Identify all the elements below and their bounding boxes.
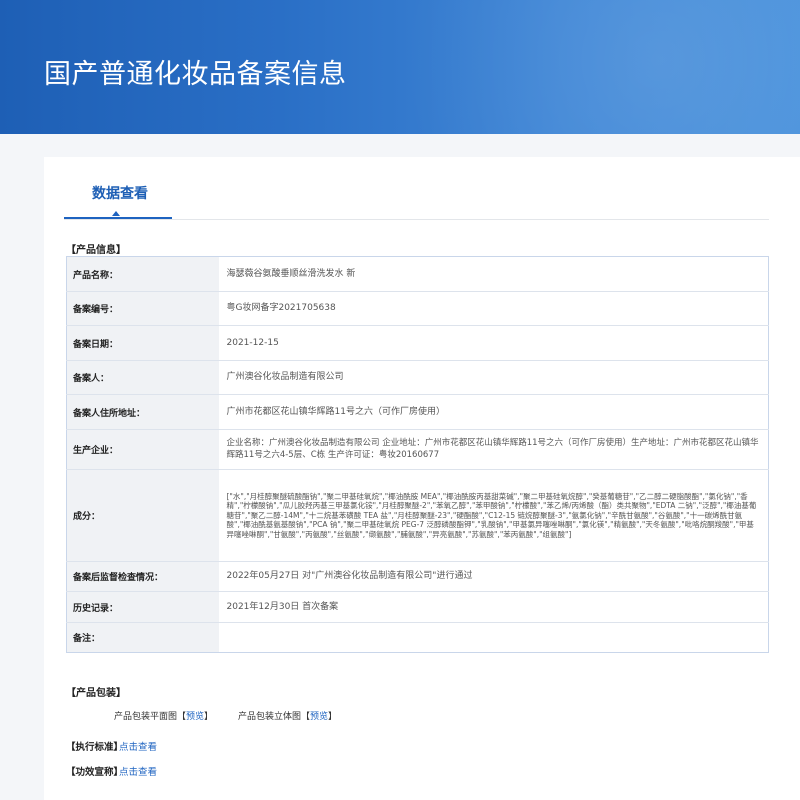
table-row: 产品名称： 海瑟薇谷氨酸垂顺丝滑洗发水 新 [66,256,769,292]
standards-heading: 【执行标准】 [66,742,124,753]
row-label: 备案人： [66,360,219,395]
packaging-item-label: 产品包装立体图 [238,712,302,722]
row-label: 备注： [66,622,219,653]
table-row: 备注： [66,622,769,653]
row-label: 备案编号： [66,291,219,326]
standards-view-link[interactable]: 点击查看 [119,739,157,753]
bracket-open: 【 [177,712,187,722]
efficacy-heading: 【功效宣称】 [66,767,124,778]
tab-bar: 数据查看 [64,157,769,220]
header-banner: 国产普通化妆品备案信息 [0,0,800,134]
row-value: 广州澳谷化妆品制造有限公司 [218,360,769,395]
row-value: 2021-12-15 [218,325,769,361]
tab-data-view[interactable]: 数据查看 [64,157,172,219]
table-row: 备案人住所地址： 广州市花都区花山镇华辉路11号之六（可作厂房使用） [66,394,769,430]
row-label: 产品名称： [66,256,219,292]
row-label: 成分： [66,469,219,562]
row-label: 备案后监督检查情况： [66,561,219,592]
bracket-open: 【 [301,712,311,722]
row-label: 历史记录： [66,591,219,623]
row-value: 粤G妆网备字2021705638 [218,291,769,326]
row-value [218,622,769,653]
table-row: 生产企业： 企业名称：广州澳谷化妆品制造有限公司 企业地址：广州市花都区花山镇华… [66,429,769,470]
row-value: ["水","月桂醇聚醚硫酸酯钠","聚二甲基硅氧烷","椰油酰胺 MEA","椰… [218,469,769,562]
packaging-item-flat: 产品包装平面图【预览】 [114,709,213,722]
tab-active-caret-icon [112,211,120,216]
bracket-close: 】 [328,712,338,722]
row-label: 备案人住所地址： [66,394,219,430]
packaging-item-3d: 产品包装立体图【预览】 [238,709,337,722]
preview-3d-link[interactable]: 预览 [310,712,328,722]
preview-flat-link[interactable]: 预览 [186,712,204,722]
row-label: 生产企业： [66,429,219,470]
content-card: 数据查看 【产品信息】 产品名称： 海瑟薇谷氨酸垂顺丝滑洗发水 新 备案编号： … [44,157,800,800]
row-value: 海瑟薇谷氨酸垂顺丝滑洗发水 新 [226,268,356,279]
row-value: 广州市花都区花山镇华辉路11号之六（可作厂房使用） [218,394,769,430]
row-value: 企业名称：广州澳谷化妆品制造有限公司 企业地址：广州市花都区花山镇华辉路11号之… [218,429,769,470]
packaging-item-label: 产品包装平面图 [114,712,178,722]
table-row: 历史记录： 2021年12月30日 首次备案 [66,591,769,623]
table-row: 备案日期： 2021-12-15 [66,325,769,361]
row-value: 2021年12月30日 首次备案 [218,591,769,623]
efficacy-view-link[interactable]: 点击查看 [119,764,157,778]
row-value: 2022年05月27日 对"广州澳谷化妆品制造有限公司"进行通过 [218,561,769,592]
table-row: 成分： ["水","月桂醇聚醚硫酸酯钠","聚二甲基硅氧烷","椰油酰胺 MEA… [66,469,769,562]
bracket-close: 】 [204,712,214,722]
tab-label: 数据查看 [92,186,148,202]
product-info-heading: 【产品信息】 [66,245,126,256]
row-label: 备案日期： [66,325,219,361]
table-row: 备案编号： 粤G妆网备字2021705638 [66,291,769,326]
page-title: 国产普通化妆品备案信息 [44,59,347,90]
packaging-heading: 【产品包装】 [66,688,126,699]
table-row: 备案后监督检查情况： 2022年05月27日 对"广州澳谷化妆品制造有限公司"进… [66,561,769,592]
table-row: 备案人： 广州澳谷化妆品制造有限公司 [66,360,769,395]
product-info-table: 产品名称： 海瑟薇谷氨酸垂顺丝滑洗发水 新 备案编号： 粤G妆网备字202170… [66,256,769,653]
